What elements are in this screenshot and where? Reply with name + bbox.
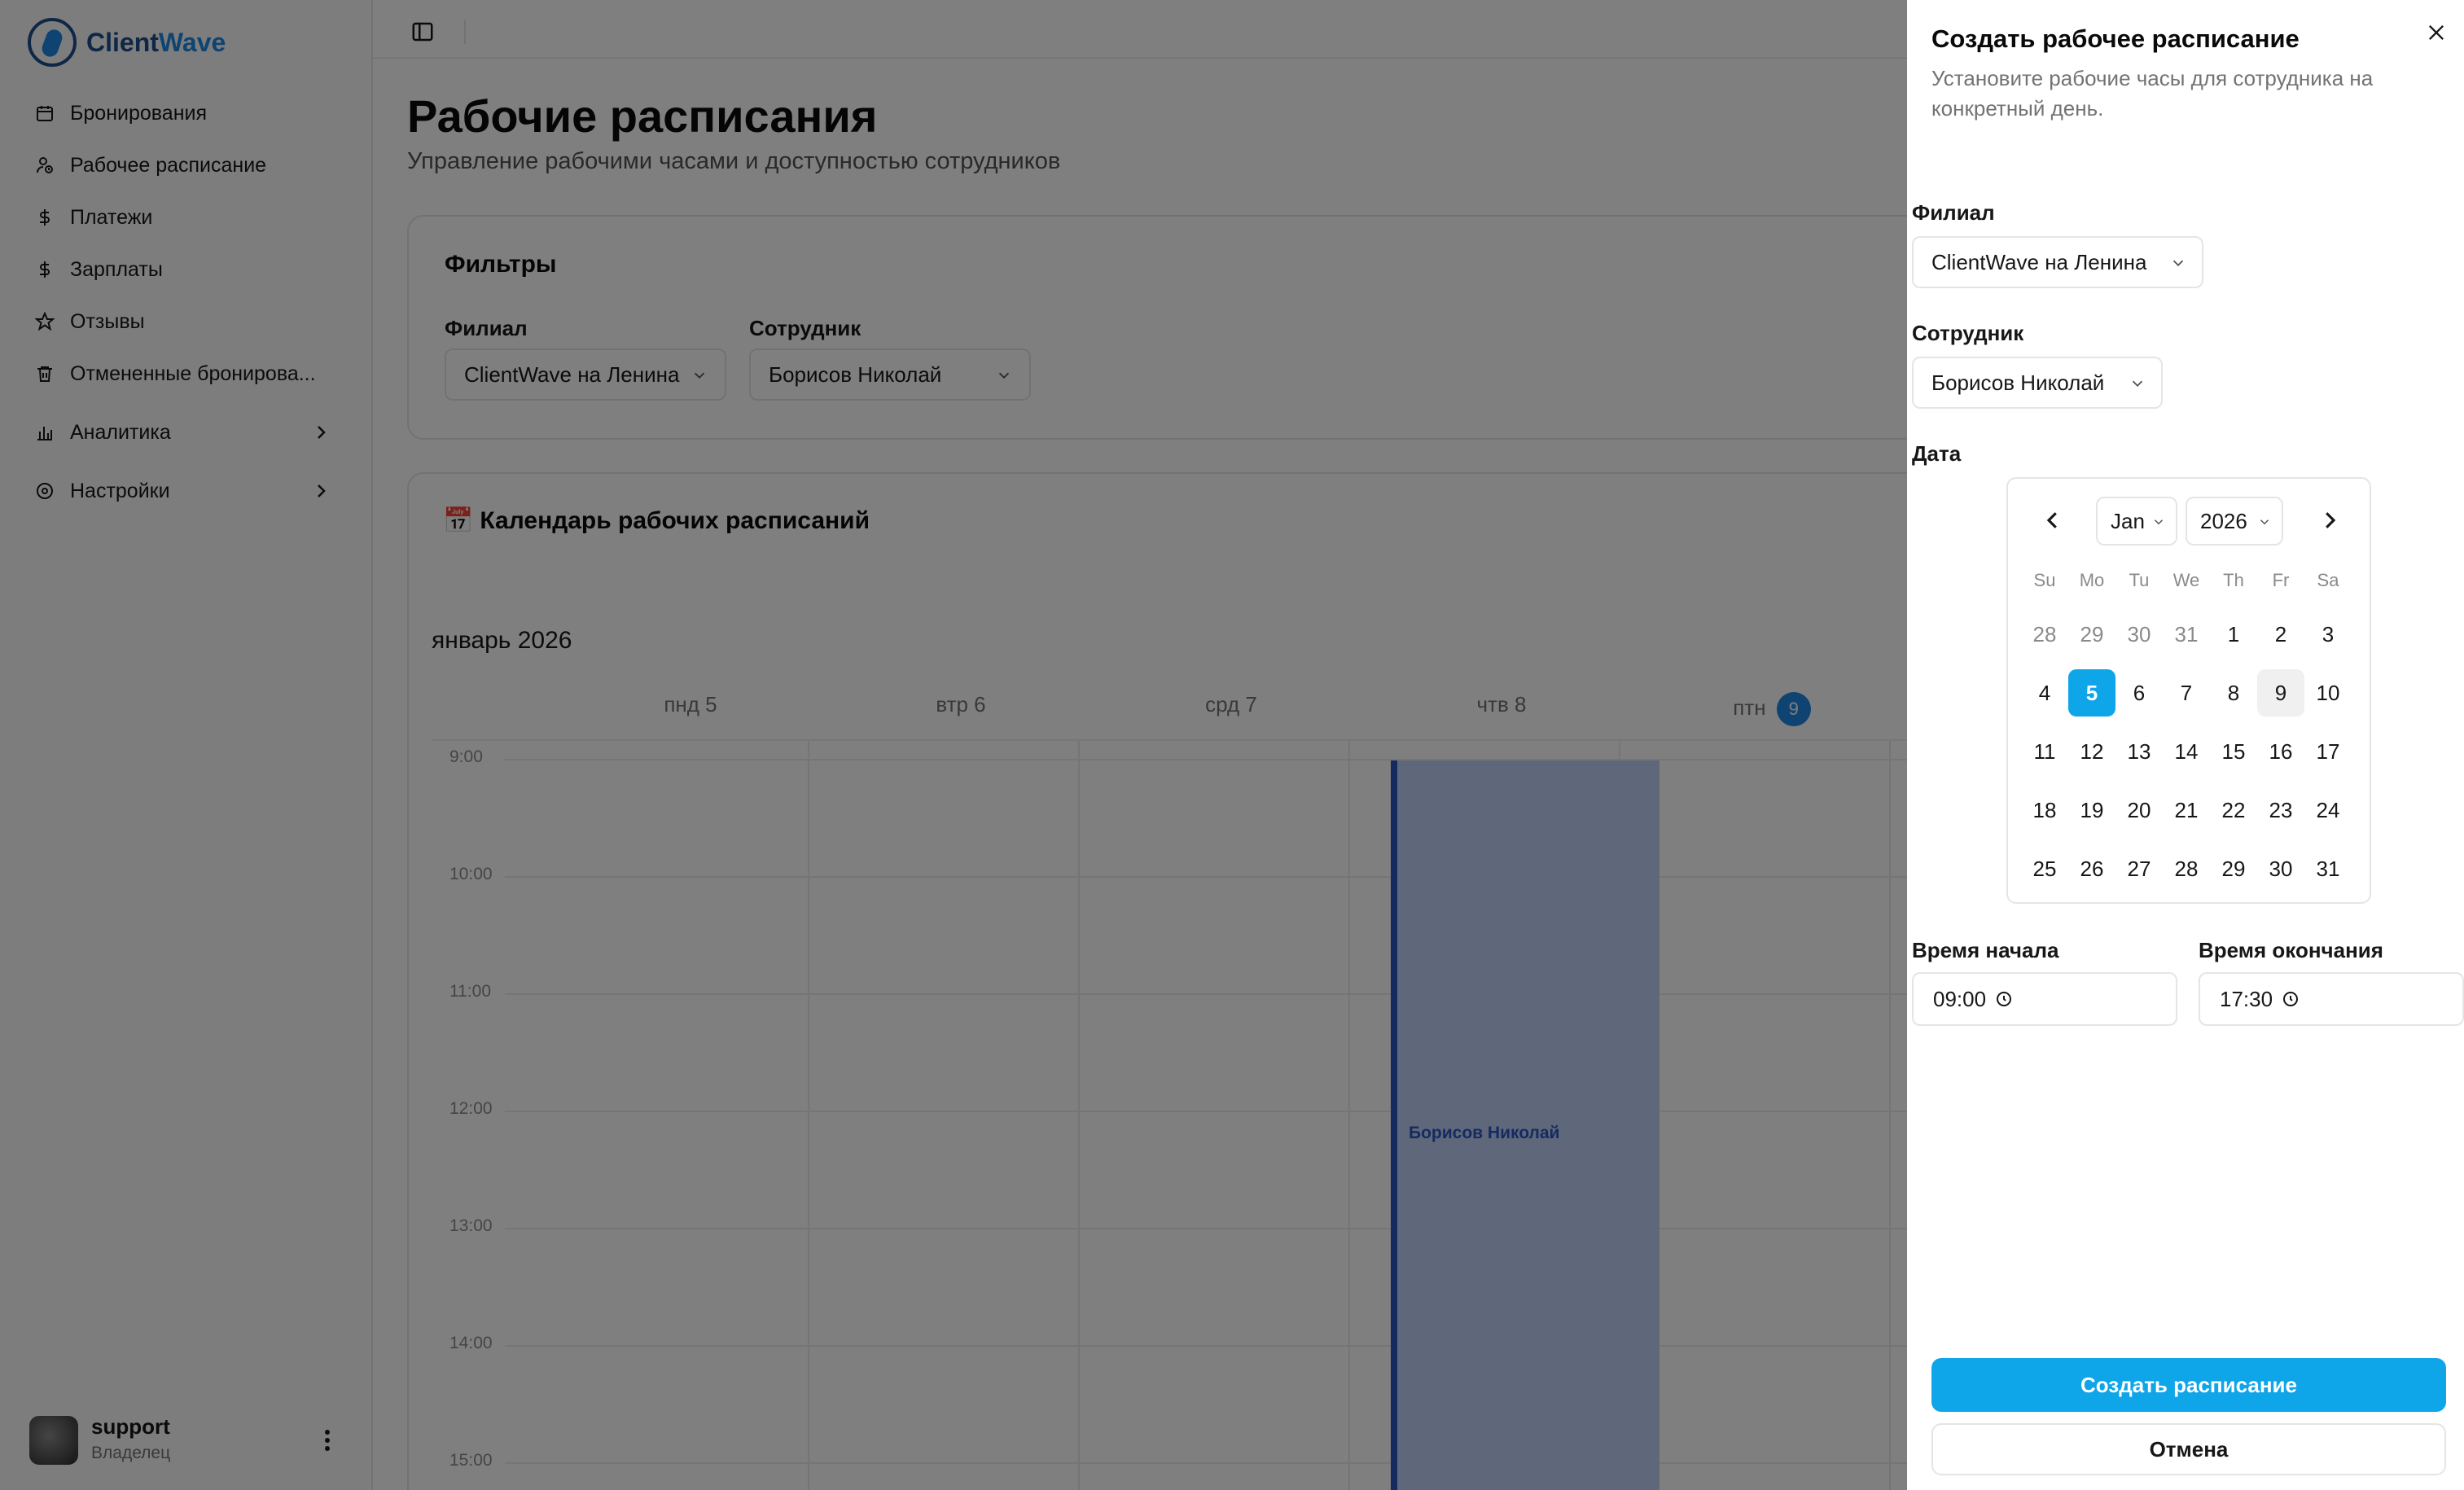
end-time-label: Время окончания <box>2199 938 2383 962</box>
calendar-day[interactable]: 12 <box>2068 728 2115 775</box>
year-select[interactable]: 2026 <box>2186 497 2283 546</box>
employee-select-value: Борисов Николай <box>1931 370 2105 395</box>
start-time-input[interactable]: 09:00 <box>1912 972 2177 1026</box>
employee-select[interactable]: Борисов Николай <box>1912 357 2163 409</box>
calendar-day[interactable]: 9 <box>2257 669 2304 717</box>
calendar-day[interactable]: 26 <box>2068 845 2115 892</box>
weekday-label: We <box>2172 570 2200 590</box>
calendar-day[interactable]: 3 <box>2304 611 2352 658</box>
calendar-day[interactable]: 28 <box>2163 845 2210 892</box>
calendar-day[interactable]: 31 <box>2163 611 2210 658</box>
calendar-day[interactable]: 22 <box>2210 787 2257 834</box>
weekday-label: Su <box>2033 570 2056 590</box>
calendar-day[interactable]: 18 <box>2021 787 2068 834</box>
weekday-label: Th <box>2223 570 2244 590</box>
calendar-day[interactable]: 5 <box>2068 669 2115 717</box>
start-time-label: Время начала <box>1912 938 2059 962</box>
calendar-day[interactable]: 14 <box>2163 728 2210 775</box>
start-time-value: 09:00 <box>1933 986 1987 1011</box>
branch-select-value: ClientWave на Ленина <box>1931 249 2147 274</box>
calendar-day[interactable]: 29 <box>2210 845 2257 892</box>
calendar-day[interactable]: 15 <box>2210 728 2257 775</box>
calendar-day[interactable]: 24 <box>2304 787 2352 834</box>
month-select-value: Jan <box>2111 508 2145 533</box>
end-time-input[interactable]: 17:30 <box>2199 972 2464 1026</box>
calendar-day[interactable]: 8 <box>2210 669 2257 717</box>
calendar-day[interactable]: 31 <box>2304 845 2352 892</box>
chevron-left-icon[interactable] <box>2041 508 2065 532</box>
calendar-day[interactable]: 23 <box>2257 787 2304 834</box>
chevron-down-icon <box>2260 519 2269 525</box>
chevron-down-icon <box>2154 519 2164 525</box>
modal-overlay[interactable] <box>0 0 1907 1490</box>
calendar-day[interactable]: 10 <box>2304 669 2352 717</box>
clock-icon <box>2283 992 2299 1006</box>
weekday-label: Fr <box>2272 570 2290 590</box>
drawer-description: Установите рабочие часы для сотрудника н… <box>1931 66 2374 121</box>
calendar-day[interactable]: 13 <box>2115 728 2163 775</box>
branch-select[interactable]: ClientWave на Ленина <box>1912 236 2203 288</box>
calendar-day[interactable]: 27 <box>2115 845 2163 892</box>
drawer-title: Создать рабочее расписание <box>1931 24 2300 53</box>
end-time-value: 17:30 <box>2220 986 2273 1011</box>
year-select-value: 2026 <box>2200 508 2247 533</box>
calendar-day[interactable]: 7 <box>2163 669 2210 717</box>
calendar-day[interactable]: 16 <box>2257 728 2304 775</box>
calendar-day[interactable]: 6 <box>2115 669 2163 717</box>
calendar-day[interactable]: 11 <box>2021 728 2068 775</box>
calendar-day[interactable]: 4 <box>2021 669 2068 717</box>
create-schedule-button[interactable]: Создать расписание <box>1931 1358 2446 1412</box>
date-picker: Jan 2026 Su Mo Tu We Th Fr Sa 28 29 30 31 1 2 3 4 5 6 7 8 9… <box>2006 477 2371 904</box>
chevron-down-icon <box>2172 260 2184 267</box>
month-select[interactable]: Jan <box>2096 497 2177 546</box>
calendar-day[interactable]: 20 <box>2115 787 2163 834</box>
weekday-label: Sa <box>2317 570 2339 590</box>
close-icon[interactable] <box>2425 21 2448 44</box>
calendar-day[interactable]: 1 <box>2210 611 2257 658</box>
calendar-day[interactable]: 30 <box>2257 845 2304 892</box>
date-label: Дата <box>1912 441 1962 466</box>
calendar-day[interactable]: 19 <box>2068 787 2115 834</box>
calendar-day[interactable]: 2 <box>2257 611 2304 658</box>
weekday-label: Tu <box>2129 570 2150 590</box>
calendar-day[interactable]: 21 <box>2163 787 2210 834</box>
chevron-down-icon <box>2132 380 2143 388</box>
clock-icon <box>1997 992 2012 1006</box>
calendar-day[interactable]: 29 <box>2068 611 2115 658</box>
branch-label: Филиал <box>1912 200 1995 225</box>
calendar-day[interactable]: 30 <box>2115 611 2163 658</box>
calendar-day[interactable]: 25 <box>2021 845 2068 892</box>
chevron-right-icon[interactable] <box>2317 508 2342 532</box>
calendar-day[interactable]: 28 <box>2021 611 2068 658</box>
cancel-button[interactable]: Отмена <box>1931 1423 2446 1475</box>
calendar-day[interactable]: 17 <box>2304 728 2352 775</box>
app-root: ClientWave Бронирования Рабочее расписан… <box>0 0 2464 1490</box>
employee-label: Сотрудник <box>1912 321 2024 345</box>
weekday-label: Mo <box>2079 570 2105 590</box>
